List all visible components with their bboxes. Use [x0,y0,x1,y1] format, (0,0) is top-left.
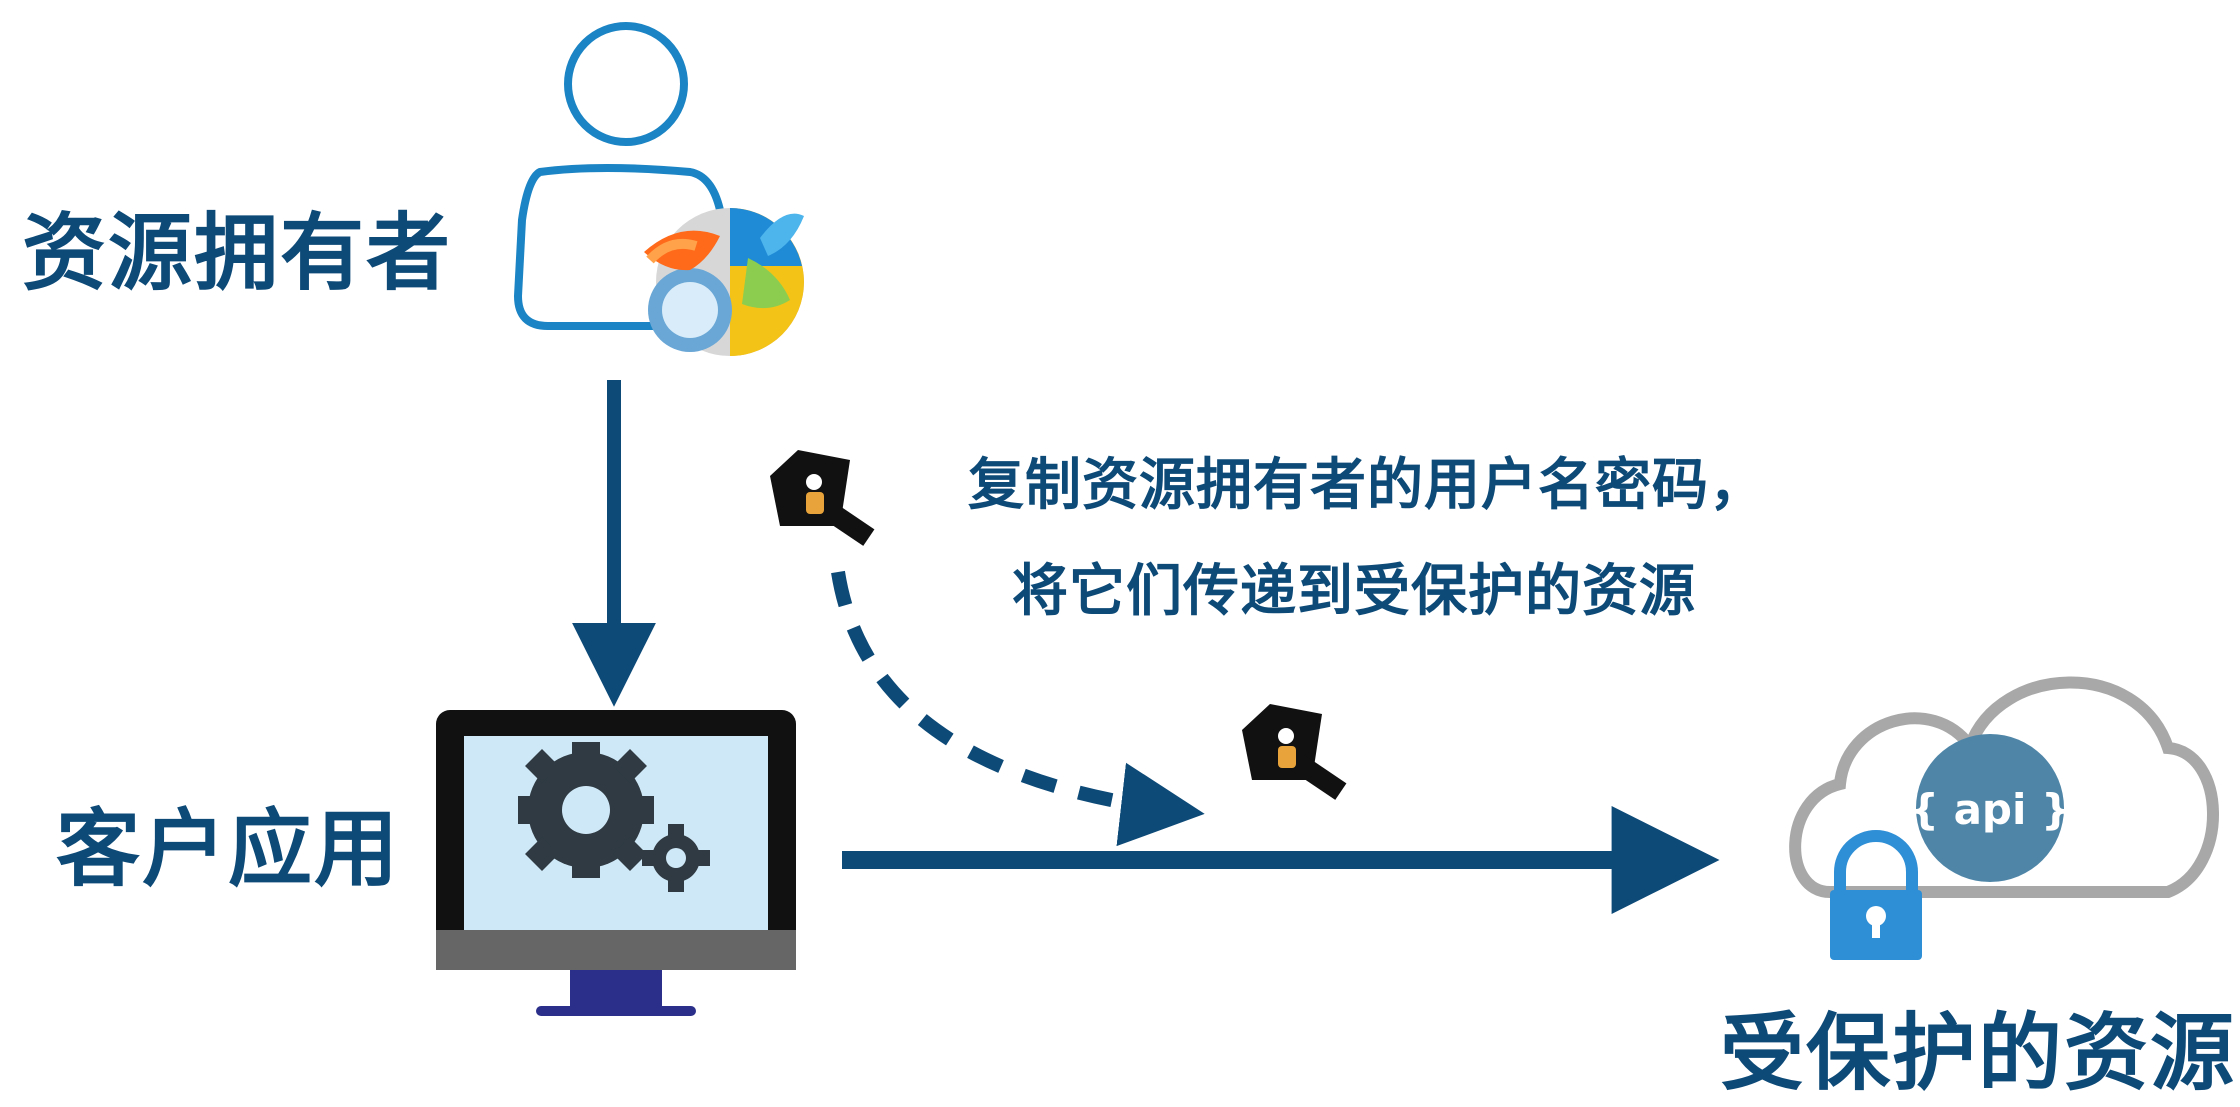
annotation-line-1: 复制资源拥有者的用户名密码， [968,453,1766,518]
cloud-icon: { api } [1789,676,2219,898]
key-icon [1242,704,1347,800]
monitor-icon [436,710,796,1016]
protected-resource-label: 受保护的资源 [1720,1004,2237,1102]
client-app-label: 客户应用 [56,800,401,898]
browser-icon [644,208,804,356]
resource-owner-label: 资源拥有者 [22,204,453,302]
api-badge-text: { api } [1909,785,2071,834]
annotation-line-2: 将它们传递到受保护的资源 [1012,559,1696,624]
key-icon [770,450,875,546]
